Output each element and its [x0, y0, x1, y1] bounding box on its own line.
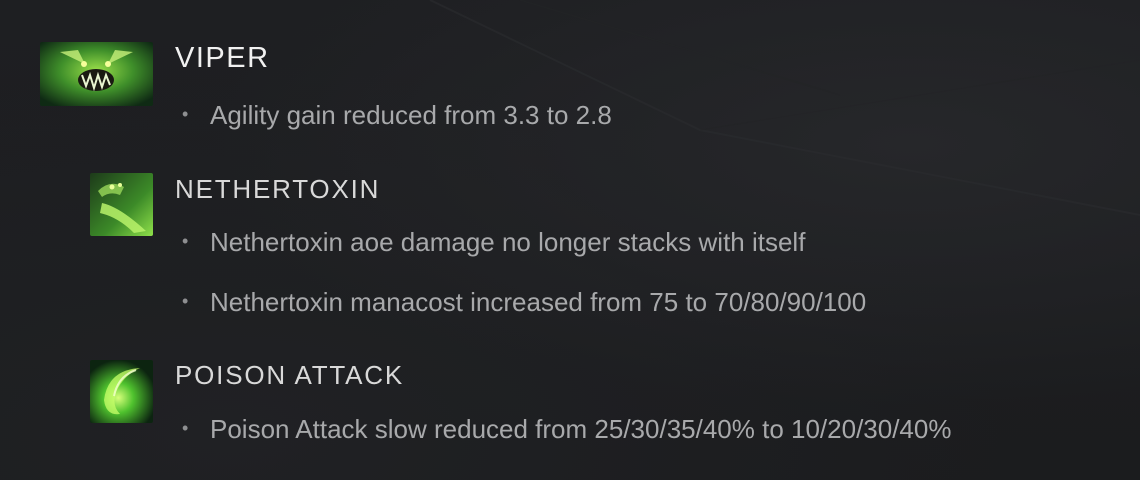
bullet-icon: •: [182, 290, 189, 311]
ability-name: NETHERTOXIN: [175, 174, 381, 204]
poison-attack-icon: [90, 360, 153, 423]
note-text: Nethertoxin aoe damage no longer stacks …: [210, 227, 806, 257]
ability-note: • Poison Attack slow reduced from 25/30/3…: [182, 414, 951, 445]
bullet-icon: •: [182, 103, 189, 124]
note-text: Nethertoxin manacost increased from 75 t…: [210, 287, 867, 317]
hero-note: • Agility gain reduced from 3.3 to 2.8: [182, 100, 612, 131]
hero-name: VIPER: [175, 42, 270, 74]
viper-portrait-icon: [40, 42, 153, 106]
note-text: Poison Attack slow reduced from 25/30/35…: [210, 414, 952, 444]
note-text: Agility gain reduced from 3.3 to 2.8: [210, 100, 612, 130]
bullet-icon: •: [182, 230, 189, 251]
ability-name: POISON ATTACK: [175, 360, 405, 390]
bullet-icon: •: [182, 417, 189, 438]
ability-note: • Nethertoxin manacost increased from 75 …: [182, 287, 866, 318]
nethertoxin-icon: [90, 173, 153, 236]
ability-note: • Nethertoxin aoe damage no longer stacks…: [182, 227, 805, 258]
